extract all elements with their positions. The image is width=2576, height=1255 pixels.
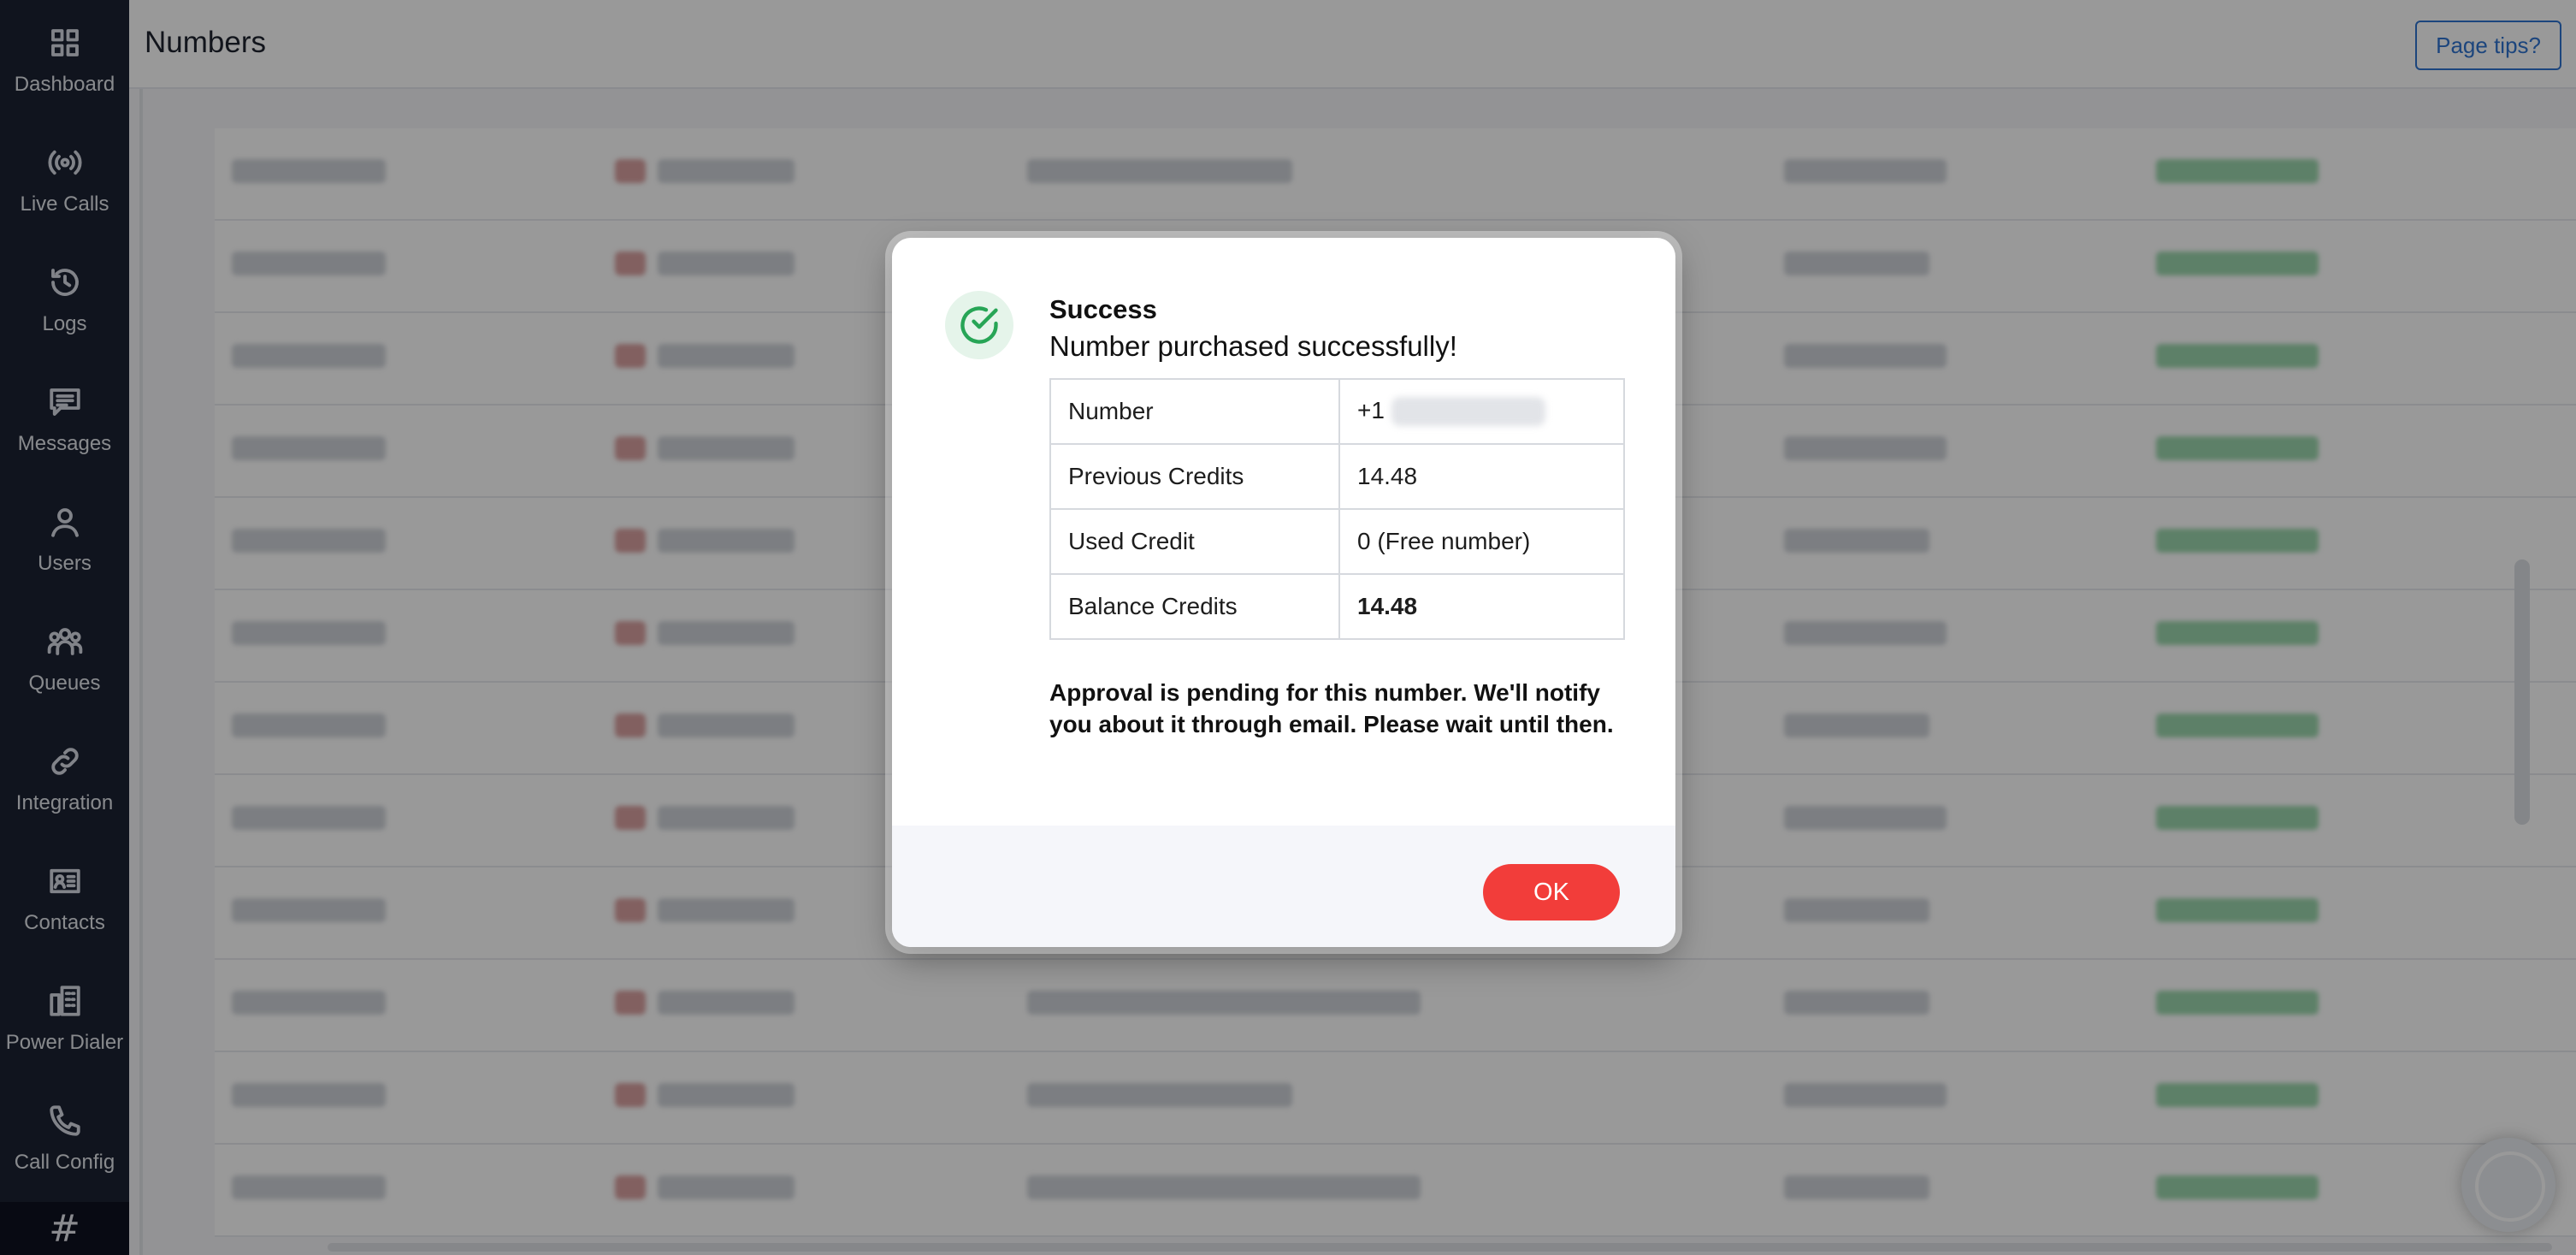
row-label: Used Credit [1049, 508, 1340, 575]
table-row: Number +1 [1049, 378, 1625, 445]
redacted-number [1391, 397, 1545, 427]
purchase-summary-table: Number +1 Previous Credits 14.48 Used Cr… [1049, 378, 1625, 640]
success-dialog: Success Number purchased successfully! N… [892, 238, 1675, 947]
dialog-message: Number purchased successfully! [1049, 330, 1457, 362]
success-check-icon [945, 291, 1013, 359]
ok-button[interactable]: OK [1483, 864, 1620, 921]
row-value: 0 (Free number) [1338, 508, 1625, 575]
table-row: Balance Credits 14.48 [1049, 573, 1625, 640]
row-value: 14.48 [1338, 443, 1625, 510]
dialog-footer: OK [892, 826, 1675, 947]
approval-note: Approval is pending for this number. We'… [1049, 679, 1614, 737]
table-row: Previous Credits 14.48 [1049, 443, 1625, 510]
row-label: Balance Credits [1049, 573, 1340, 640]
table-row: Used Credit 0 (Free number) [1049, 508, 1625, 575]
number-prefix: +1 [1357, 396, 1385, 423]
row-label: Number [1049, 378, 1340, 445]
dialog-title: Success [1049, 294, 1157, 324]
row-label: Previous Credits [1049, 443, 1340, 510]
row-value: +1 [1338, 378, 1625, 445]
row-value: 14.48 [1338, 573, 1625, 640]
